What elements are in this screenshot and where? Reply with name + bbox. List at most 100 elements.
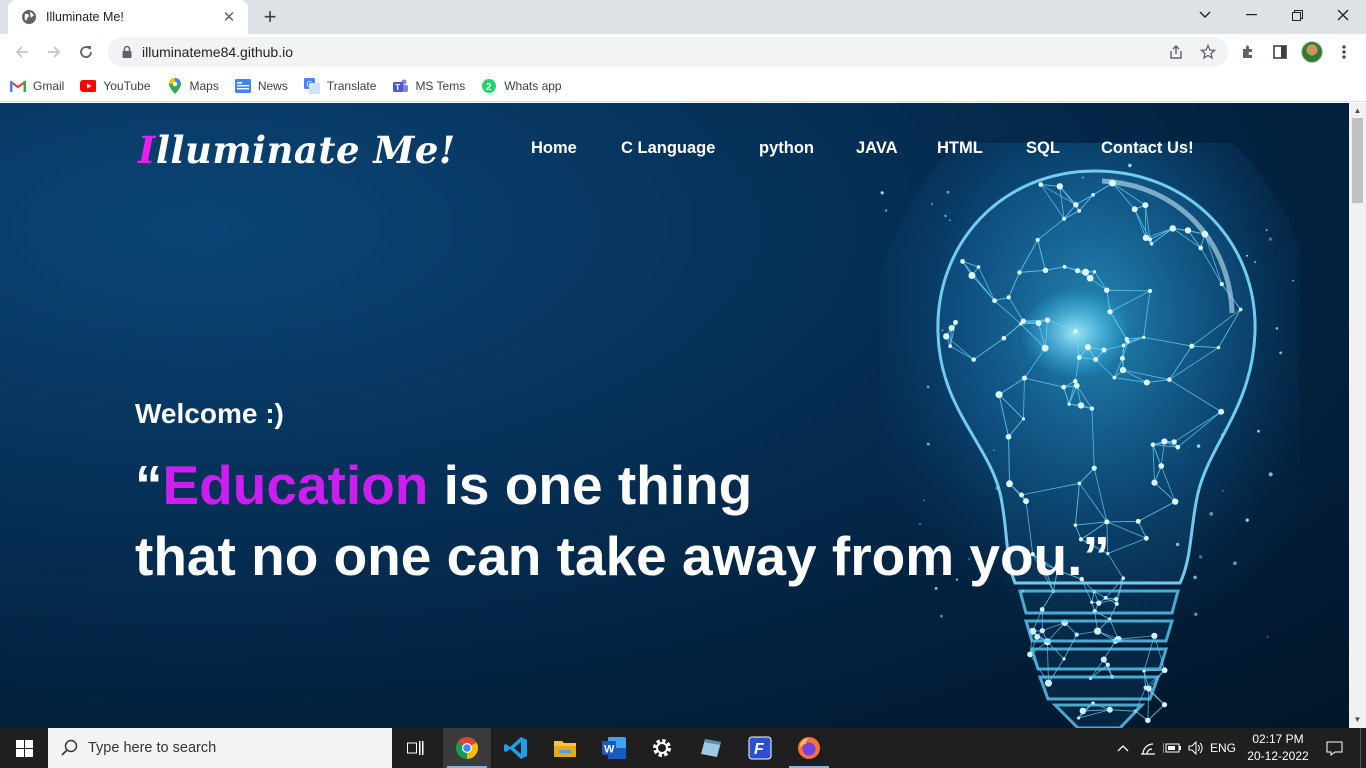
mesh-node (1093, 357, 1099, 362)
mesh-node (1075, 268, 1081, 274)
bookmark-news[interactable]: News (234, 78, 288, 94)
glow-spark (1193, 575, 1197, 580)
taskbar-vscode[interactable] (492, 728, 540, 768)
address-bar[interactable]: illuminateme84.github.io (108, 37, 1228, 67)
nav-contact-us[interactable]: Contact Us! (1101, 139, 1194, 158)
glow-spark (940, 614, 943, 618)
bookmark-teams[interactable]: T MS Tems (392, 78, 465, 94)
mesh-node (1121, 576, 1126, 580)
taskbar-fontforge[interactable]: F (736, 728, 784, 768)
glow-spark (1268, 472, 1273, 477)
volume-button[interactable] (1184, 728, 1208, 768)
bookmark-translate[interactable]: G Translate (303, 77, 376, 94)
glow-spark (944, 214, 947, 218)
minimize-icon (1245, 14, 1257, 16)
mesh-node (1086, 274, 1094, 282)
mesh-node (1082, 268, 1090, 276)
network-button[interactable] (1136, 728, 1160, 768)
mesh-node (1076, 355, 1082, 360)
bookmark-maps[interactable]: Maps (167, 77, 219, 94)
nav-java[interactable]: JAVA (856, 139, 898, 158)
nav-c-language[interactable]: C Language (621, 139, 715, 158)
word-icon: W (602, 737, 626, 759)
svg-text:G: G (306, 80, 312, 89)
mesh-node (1119, 355, 1125, 361)
bookmark-label: News (257, 78, 288, 93)
forward-button[interactable] (40, 38, 68, 66)
glow-spark (992, 449, 995, 452)
taskbar-chrome[interactable] (443, 728, 491, 768)
mesh-node (1044, 317, 1051, 323)
back-button[interactable] (8, 38, 36, 66)
minimize-button[interactable] (1228, 0, 1274, 30)
close-tab-icon[interactable]: ✕ (220, 8, 238, 26)
menu-button[interactable] (1331, 39, 1357, 65)
taskbar-notepad[interactable] (687, 728, 735, 768)
mesh-node (1171, 439, 1177, 445)
mesh-node (1151, 479, 1158, 486)
show-desktop-button[interactable] (1360, 728, 1366, 768)
task-view-button[interactable] (392, 728, 440, 768)
extensions-button[interactable] (1235, 39, 1261, 65)
glow-spark (1266, 636, 1269, 638)
bookmark-youtube[interactable]: YouTube (80, 78, 151, 94)
new-tab-button[interactable]: + (258, 4, 282, 29)
glow-spark (941, 329, 944, 332)
clock[interactable]: 02:17 PM 20-12-2022 (1234, 731, 1322, 765)
start-button[interactable] (0, 728, 48, 768)
clock-time: 02:17 PM (1252, 732, 1304, 746)
close-window-button[interactable] (1320, 0, 1366, 30)
mesh-node (1056, 183, 1064, 190)
mesh-node (1089, 406, 1095, 411)
taskbar-firefox[interactable] (785, 728, 833, 768)
glow-spark (922, 499, 926, 502)
nav-sql[interactable]: SQL (1026, 139, 1060, 158)
mesh-node (1131, 206, 1138, 213)
mesh-node (968, 271, 976, 279)
glow-spark (1222, 490, 1224, 492)
notifications-button[interactable] (1320, 728, 1348, 768)
mesh-node (1067, 402, 1071, 406)
taskbar-settings[interactable] (638, 728, 686, 768)
mesh-node (1035, 320, 1042, 327)
battery-button[interactable] (1160, 728, 1184, 768)
mesh-node (1101, 347, 1107, 353)
mesh-node (971, 357, 976, 362)
nav-python[interactable]: python (759, 139, 814, 158)
mesh-node (948, 324, 955, 331)
tab-search-button[interactable] (1182, 0, 1228, 30)
side-panel-button[interactable] (1267, 39, 1293, 65)
mesh-node (1092, 270, 1097, 274)
share-button[interactable] (1164, 40, 1188, 64)
scroll-up-icon[interactable]: ▲ (1353, 106, 1362, 115)
mesh-node (1135, 518, 1141, 524)
glow-spark (930, 203, 933, 206)
show-hidden-icons-button[interactable] (1112, 728, 1134, 768)
taskbar-word[interactable]: W (590, 728, 638, 768)
search-placeholder: Type here to search (88, 740, 217, 756)
bookmark-gmail[interactable]: Gmail (10, 78, 64, 94)
taskbar-file-explorer[interactable] (541, 728, 589, 768)
site-logo[interactable]: Illuminate Me! (138, 128, 456, 172)
page-scrollbar[interactable]: ▲ ▼ (1349, 103, 1366, 728)
mesh-node (1189, 343, 1195, 349)
scroll-down-icon[interactable]: ▼ (1353, 715, 1362, 724)
scrollbar-thumb[interactable] (1352, 118, 1363, 203)
taskbar-search-input[interactable]: Type here to search (48, 728, 392, 768)
page-viewport: Illuminate Me! Home C Language python JA… (0, 103, 1349, 728)
browser-tab[interactable]: Illuminate Me! ✕ (8, 0, 248, 34)
nav-home[interactable]: Home (531, 139, 577, 158)
nav-html[interactable]: HTML (937, 139, 983, 158)
gmail-icon (10, 78, 26, 94)
bookmark-whatsapp[interactable]: 2 Whats app (481, 78, 562, 94)
speaker-icon (1188, 741, 1203, 755)
profile-button[interactable] (1299, 39, 1325, 65)
bookmark-star-button[interactable] (1196, 40, 1220, 64)
translate-icon: G (303, 77, 320, 94)
mesh-node (1006, 480, 1013, 488)
reload-button[interactable] (72, 38, 100, 66)
bookmark-label: Maps (189, 78, 219, 93)
mesh-node (960, 259, 965, 264)
firefox-icon (798, 737, 820, 759)
restore-button[interactable] (1274, 0, 1320, 30)
